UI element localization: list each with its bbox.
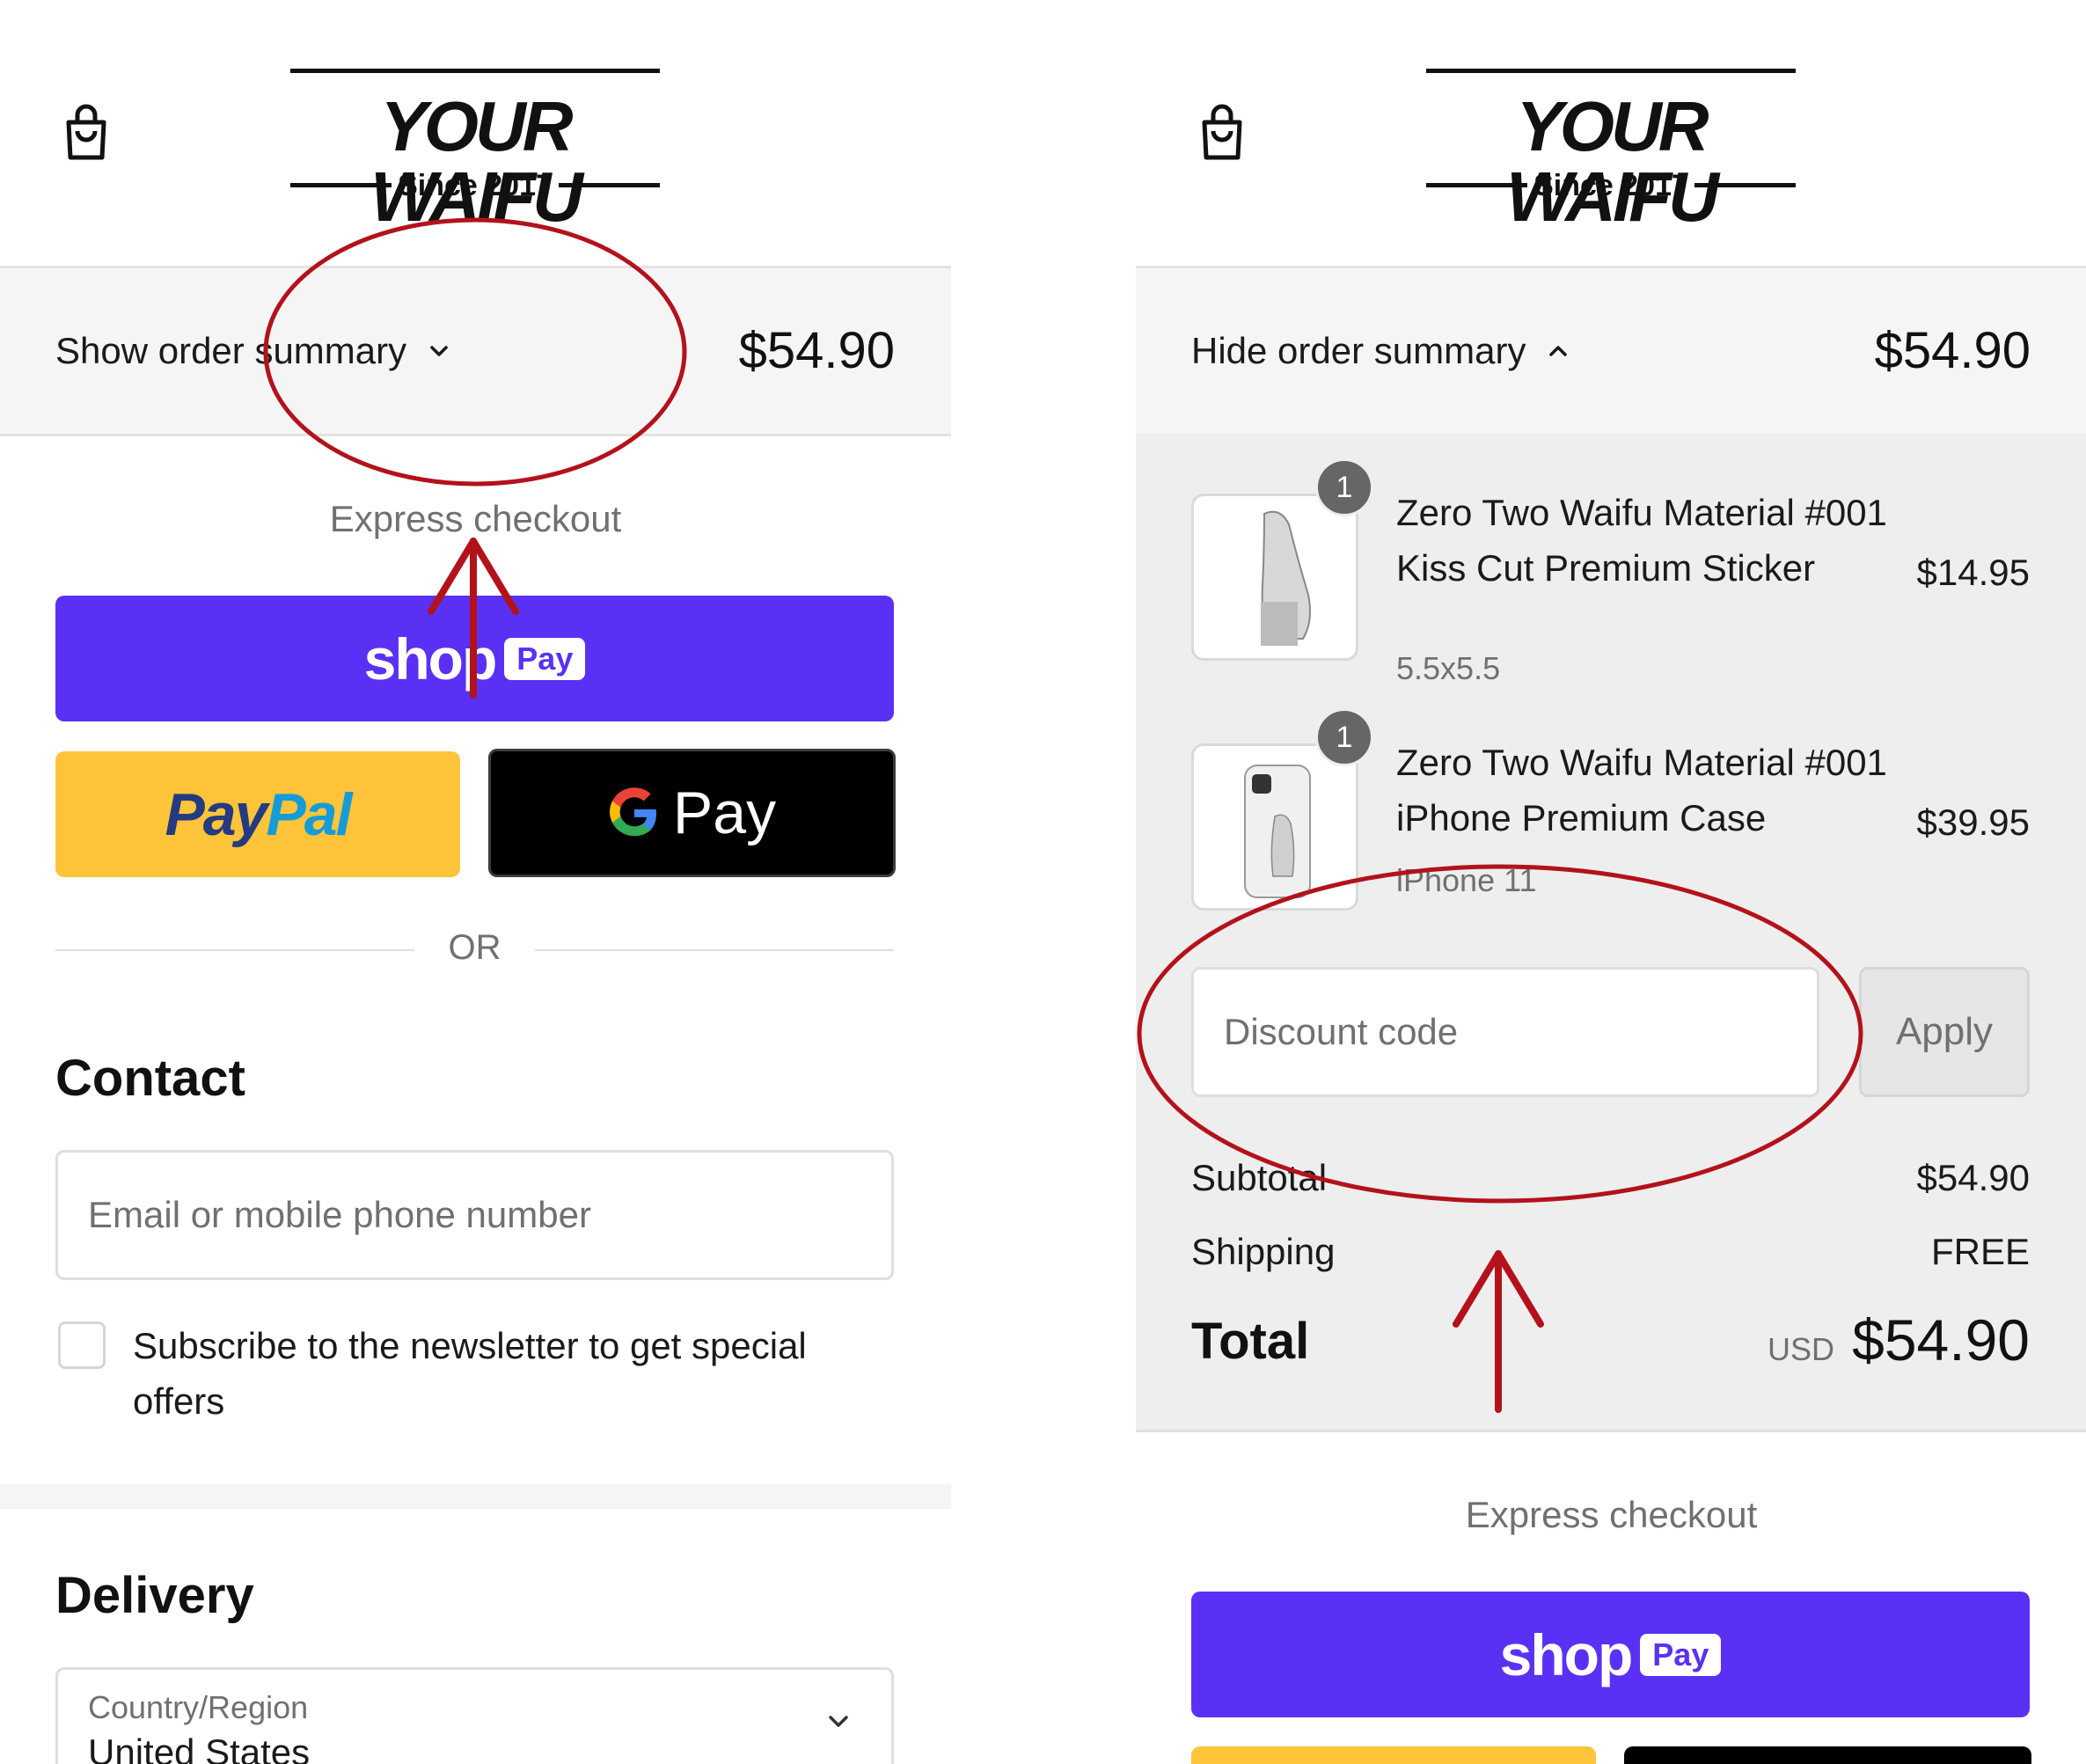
chevron-up-icon (1549, 346, 1568, 356)
currency-code: USD (1767, 1331, 1834, 1367)
discount-placeholder: Discount code (1224, 1011, 1459, 1052)
section-separator (0, 1484, 951, 1509)
newsletter-checkbox[interactable] (58, 1321, 106, 1369)
email-or-phone-input[interactable]: Email or mobile phone number (55, 1150, 894, 1280)
logo-rule (1426, 69, 1796, 73)
logo-rule (290, 183, 392, 187)
summary-total-price: $54.90 (1874, 322, 2031, 379)
store-logo[interactable]: YOUR WAIFU Since 2017 (1426, 69, 1796, 232)
item-variant: 5.5x5.5 (1396, 650, 1501, 686)
logo-rule (1694, 183, 1796, 187)
chevron-down-icon (430, 346, 448, 356)
order-summary-bar: Show order summary $54.90 (0, 266, 951, 436)
shop-pay-button[interactable]: shop Pay (55, 596, 894, 721)
google-g-icon (609, 787, 656, 837)
paypal-button[interactable] (1191, 1746, 1596, 1764)
logo-rule (1426, 183, 1527, 187)
cart-bag-icon[interactable] (62, 101, 111, 163)
google-pay-label: Pay (672, 780, 777, 846)
newsletter-label: Subscribe to the newsletter to get speci… (133, 1325, 807, 1422)
google-pay-button[interactable] (1624, 1746, 2031, 1764)
divider-line (535, 949, 894, 951)
order-summary-details: 1 Zero Two Waifu Material #001 Kiss Cut … (1136, 434, 2086, 1432)
country-region-select[interactable]: Country/Region United States (55, 1667, 894, 1764)
order-summary-bar: Hide order summary $54.90 (1136, 266, 2086, 436)
checkout-screen-collapsed: YOUR WAIFU Since 2017 Show order summary… (0, 0, 951, 1764)
email-placeholder: Email or mobile phone number (88, 1194, 591, 1235)
store-header: YOUR WAIFU Since 2017 (1136, 0, 2086, 266)
shop-pay-badge: Pay (504, 637, 586, 680)
quantity-badge: 1 (1315, 708, 1373, 766)
product-thumbnail-phone-case (1191, 743, 1358, 911)
shop-pay-button[interactable]: shop Pay (1191, 1592, 2030, 1717)
shipping-value: FREE (1930, 1231, 2030, 1272)
summary-toggle-label: Hide order summary (1191, 330, 1526, 371)
item-variant: iPhone 11 (1396, 862, 1537, 898)
contact-heading: Contact (55, 1050, 245, 1107)
or-divider: OR (55, 928, 894, 972)
item-price: $39.95 (1916, 801, 2030, 843)
shop-pay-badge: Pay (1640, 1633, 1722, 1676)
total-label: Total (1191, 1313, 1310, 1370)
summary-toggle-label: Show order summary (55, 330, 407, 371)
logo-rule (559, 183, 660, 187)
express-checkout-label: Express checkout (329, 498, 622, 539)
chevron-down-icon (829, 1716, 848, 1727)
checkout-screen-expanded: YOUR WAIFU Since 2017 Hide order summary… (1136, 0, 2086, 1764)
express-checkout-label: Express checkout (1465, 1494, 1758, 1535)
delivery-heading: Delivery (55, 1567, 254, 1624)
shipping-label: Shipping (1191, 1231, 1336, 1272)
paypal-button[interactable]: PayPal (55, 751, 460, 877)
divider-line (55, 949, 414, 951)
store-logo[interactable]: YOUR WAIFU Since 2017 (290, 69, 660, 232)
store-header: YOUR WAIFU Since 2017 (0, 0, 951, 266)
quantity-badge: 1 (1315, 458, 1373, 516)
item-title: Zero Two Waifu Material #001 iPhone Prem… (1396, 742, 1887, 838)
subtotal-label: Subtotal (1191, 1157, 1328, 1198)
paypal-logo: PayPal (165, 780, 352, 848)
logo-brand-text: YOUR WAIFU (1506, 87, 1719, 236)
item-price: $14.95 (1916, 552, 2030, 593)
product-thumbnail-sticker (1191, 494, 1358, 661)
country-region-label: Country/Region (88, 1689, 309, 1725)
logo-tagline: Since 2017 (398, 169, 553, 202)
subtotal-value: $54.90 (1916, 1157, 2030, 1198)
logo-tagline-row: Since 2017 (1426, 165, 1796, 202)
google-pay-button[interactable]: Pay (488, 749, 896, 877)
country-region-value: United States (88, 1731, 311, 1764)
discount-code-input[interactable]: Discount code (1191, 967, 1819, 1097)
summary-total-price: $54.90 (738, 322, 895, 379)
logo-brand-text: YOUR WAIFU (370, 87, 583, 236)
or-text: OR (448, 928, 501, 967)
hide-order-summary-toggle[interactable]: Hide order summary (1191, 330, 1571, 372)
total-value: $54.90 (1852, 1307, 2030, 1372)
cart-bag-icon[interactable] (1197, 101, 1247, 163)
shop-pay-logo-text: shop (1499, 1621, 1634, 1687)
logo-tagline: Since 2017 (1533, 169, 1688, 202)
logo-tagline-row: Since 2017 (290, 165, 660, 202)
logo-rule (290, 69, 660, 73)
show-order-summary-toggle[interactable]: Show order summary (55, 330, 452, 372)
apply-discount-button[interactable]: Apply (1859, 967, 2030, 1097)
shop-pay-logo-text: shop (363, 626, 498, 692)
item-title: Zero Two Waifu Material #001 Kiss Cut Pr… (1396, 492, 1887, 589)
